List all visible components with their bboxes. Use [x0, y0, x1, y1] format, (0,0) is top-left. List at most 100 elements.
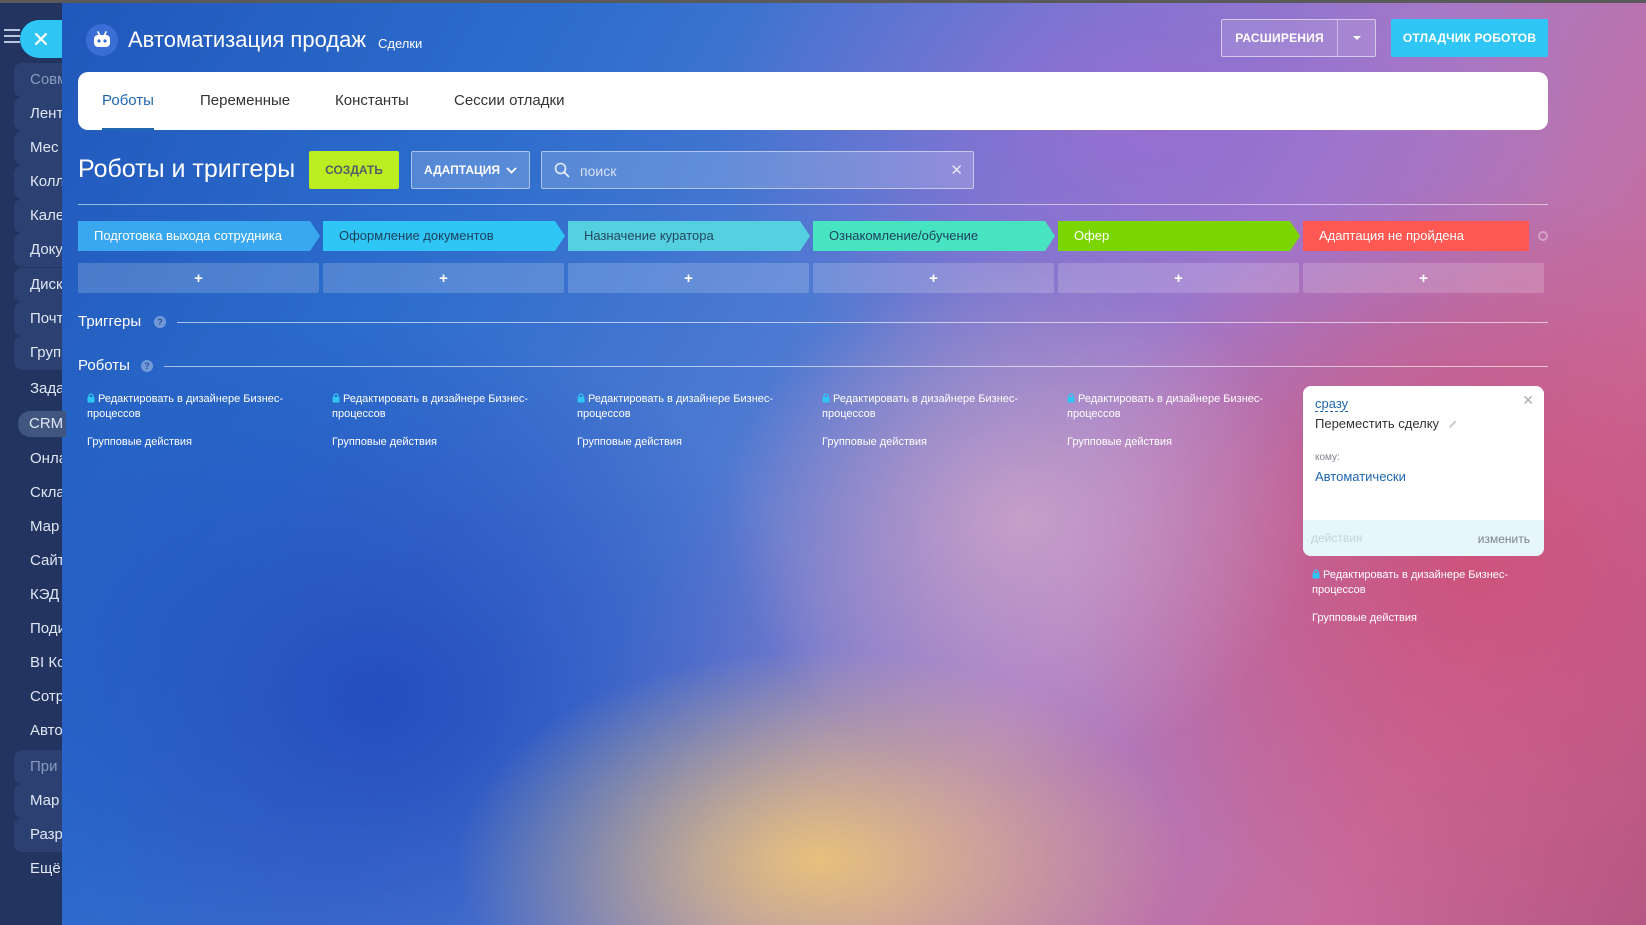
group-actions-link[interactable]: Групповые действия	[1067, 435, 1272, 450]
edit-in-bp-designer-label: Редактировать в дизайнере Бизнес-процесс…	[332, 393, 529, 420]
extensions-button[interactable]: РАСШИРЕНИЯ	[1221, 19, 1376, 57]
pipeline-select-label: АДАПТАЦИЯ	[423, 163, 501, 177]
add-trigger-button[interactable]: +	[78, 263, 319, 293]
tabs-panel: Роботы Переменные Константы Сессии отлад…	[78, 72, 1548, 130]
tab-constants[interactable]: Константы	[335, 72, 409, 130]
sidebar-item[interactable]: Ещё	[14, 852, 62, 886]
sidebar-item[interactable]: CRM	[18, 411, 66, 437]
sidebar-item[interactable]: Мес	[14, 131, 62, 165]
robot-column-actions: Редактировать в дизайнере Бизнес-процесс…	[87, 392, 292, 450]
lock-icon	[1312, 569, 1320, 579]
lock-icon	[822, 393, 830, 403]
robot-target-value[interactable]: Автоматически	[1315, 469, 1406, 484]
create-button[interactable]: СОЗДАТЬ	[309, 151, 399, 189]
page-header-title: Автоматизация продаж	[128, 27, 367, 52]
group-actions-link[interactable]: Групповые действия	[332, 435, 537, 450]
edit-in-bp-designer-label: Редактировать в дизайнере Бизнес-процесс…	[1312, 569, 1509, 596]
search-input[interactable]	[580, 160, 940, 182]
stage-header: Адаптация не пройдена	[1303, 221, 1529, 251]
robot-card-footer: действия изменить	[1303, 520, 1544, 556]
entity-subtitle[interactable]: Сделки	[378, 36, 422, 51]
hamburger-menu-icon[interactable]	[4, 29, 20, 43]
stage-header: Ознакомление/обучение	[813, 221, 1055, 251]
sidebar-item[interactable]: Диск	[14, 268, 62, 302]
edit-in-bp-designer-link[interactable]: Редактировать в дизайнере Бизнес-процесс…	[577, 392, 782, 422]
robot-column-actions: Редактировать в дизайнере Бизнес-процесс…	[1312, 568, 1517, 626]
pencil-icon[interactable]	[1448, 419, 1458, 429]
robot-delay-link[interactable]: сразу	[1315, 396, 1349, 412]
stage-header: Подготовка выхода сотрудника	[78, 221, 320, 251]
robots-help-icon[interactable]: ?	[141, 360, 153, 372]
robot-target-label: кому:	[1315, 452, 1340, 463]
robot-edit-link[interactable]: изменить	[1478, 532, 1530, 546]
sidebar-item[interactable]: Колл	[14, 165, 62, 199]
sidebar-item[interactable]: Онла	[14, 442, 62, 476]
sidebar-item[interactable]: Груп	[14, 336, 62, 370]
robot-card[interactable]: сразу ✕ Переместить сделку кому: Автомат…	[1303, 386, 1544, 556]
edit-in-bp-designer-link[interactable]: Редактировать в дизайнере Бизнес-процесс…	[332, 392, 537, 422]
edit-in-bp-designer-label: Редактировать в дизайнере Бизнес-процесс…	[1067, 393, 1264, 420]
pipeline-select-button[interactable]: АДАПТАЦИЯ	[411, 151, 530, 189]
sidebar-item[interactable]: Сотр	[14, 680, 62, 714]
triggers-section-line	[177, 322, 1548, 323]
sidebar-item[interactable]: Почт	[14, 302, 62, 336]
window-top-border	[0, 0, 1646, 3]
stage-header: Оформление документов	[323, 221, 565, 251]
robots-section-line	[164, 366, 1548, 367]
sidebar-item[interactable]: Поди	[14, 612, 62, 646]
sidebar-item[interactable]: Разр	[14, 818, 62, 852]
edit-in-bp-designer-link[interactable]: Редактировать в дизайнере Бизнес-процесс…	[87, 392, 292, 422]
close-icon	[34, 32, 48, 46]
add-trigger-button[interactable]: +	[813, 263, 1054, 293]
tab-robots[interactable]: Роботы	[102, 72, 154, 130]
sidebar-item[interactable]: Кале	[14, 199, 62, 233]
robot-card-title-row: Переместить сделку	[1315, 416, 1458, 431]
sidebar-item[interactable]: Скла	[14, 476, 62, 510]
stage-scroll-indicator	[1538, 231, 1548, 241]
group-actions-link[interactable]: Групповые действия	[577, 435, 782, 450]
sidebar-item[interactable]: Мар	[14, 510, 62, 544]
tab-variables[interactable]: Переменные	[200, 72, 290, 130]
robot-column-actions: Редактировать в дизайнере Бизнес-процесс…	[1067, 392, 1272, 450]
sidebar-item[interactable]: При	[14, 750, 62, 784]
close-slider-button[interactable]	[20, 20, 62, 58]
add-trigger-button[interactable]: +	[1058, 263, 1299, 293]
robot-logo-icon	[86, 24, 118, 56]
sidebar-item[interactable]: Зада	[14, 372, 62, 406]
triggers-section-title: Триггеры	[78, 313, 142, 330]
sidebar-item[interactable]: Совм	[14, 63, 62, 97]
extensions-dropdown-toggle[interactable]	[1337, 20, 1375, 56]
robot-column-actions: Редактировать в дизайнере Бизнес-процесс…	[332, 392, 537, 450]
search-box[interactable]: ✕	[541, 151, 974, 189]
group-actions-link[interactable]: Групповые действия	[1312, 611, 1517, 626]
sidebar-item[interactable]: Мар	[14, 784, 62, 818]
edit-in-bp-designer-link[interactable]: Редактировать в дизайнере Бизнес-процесс…	[822, 392, 1027, 422]
group-actions-link[interactable]: Групповые действия	[822, 435, 1027, 450]
add-trigger-button[interactable]: +	[568, 263, 809, 293]
page-title: Роботы и триггеры	[78, 155, 296, 183]
tab-debug-sessions[interactable]: Сессии отладки	[454, 72, 564, 130]
sidebar-item[interactable]: Лент	[14, 97, 62, 131]
toolbar-divider	[78, 204, 1548, 205]
sidebar-item[interactable]: Авто	[14, 714, 62, 748]
lock-icon	[577, 393, 585, 403]
extensions-button-label: РАСШИРЕНИЯ	[1235, 31, 1324, 45]
robots-section-title: Роботы	[78, 357, 130, 374]
add-trigger-button[interactable]: +	[1303, 263, 1544, 293]
edit-in-bp-designer-label: Редактировать в дизайнере Бизнес-процесс…	[577, 393, 774, 420]
triggers-help-icon[interactable]: ?	[154, 316, 166, 328]
delete-robot-icon[interactable]: ✕	[1522, 392, 1534, 409]
sidebar-item[interactable]: BI Ко	[14, 646, 62, 680]
add-trigger-button[interactable]: +	[323, 263, 564, 293]
clear-search-icon[interactable]: ✕	[950, 161, 963, 179]
robot-debugger-button[interactable]: ОТЛАДЧИК РОБОТОВ	[1391, 19, 1548, 57]
sidebar-item[interactable]: КЭД	[14, 578, 62, 612]
lock-icon	[87, 393, 95, 403]
edit-in-bp-designer-link[interactable]: Редактировать в дизайнере Бизнес-процесс…	[1067, 392, 1272, 422]
group-actions-link[interactable]: Групповые действия	[87, 435, 292, 450]
sidebar-item[interactable]: Сайт	[14, 544, 62, 578]
edit-in-bp-designer-link[interactable]: Редактировать в дизайнере Бизнес-процесс…	[1312, 568, 1517, 598]
stage-header: Назначение куратора	[568, 221, 810, 251]
sidebar-item[interactable]: Доку	[14, 233, 62, 267]
lock-icon	[332, 393, 340, 403]
